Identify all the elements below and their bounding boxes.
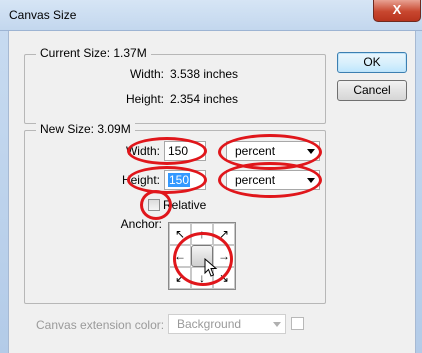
- window-title: Canvas Size: [9, 8, 77, 22]
- cancel-button[interactable]: Cancel: [337, 80, 407, 101]
- new-size-legend: New Size: 3.09M: [36, 122, 135, 136]
- chevron-down-icon: [273, 322, 281, 327]
- width-unit-value: percent: [235, 144, 276, 158]
- relative-checkbox[interactable]: [148, 199, 160, 211]
- width-unit-select[interactable]: percent: [226, 141, 320, 161]
- arrow-down-left-icon: ↙: [174, 271, 186, 285]
- anchor-top-right[interactable]: ↗: [213, 223, 235, 245]
- close-icon: X: [392, 2, 402, 17]
- anchor-bottom-left[interactable]: ↙: [169, 267, 191, 289]
- arrow-down-right-icon: ↘: [218, 271, 230, 285]
- height-input[interactable]: 150: [164, 170, 206, 190]
- new-height-label: Height:: [121, 173, 160, 187]
- arrow-right-icon: →: [218, 249, 230, 263]
- extension-color-label: Canvas extension color:: [36, 318, 165, 332]
- height-unit-value: percent: [235, 173, 276, 187]
- relative-label: Relative: [163, 198, 207, 212]
- width-input[interactable]: 150: [164, 141, 206, 161]
- anchor-grid: ↖ ↑ ↗ ← → ↙ ↓ ↘: [168, 222, 236, 290]
- width-input-value: 150: [168, 144, 189, 158]
- extension-color-swatch[interactable]: [291, 317, 304, 330]
- new-width-label: Width:: [125, 144, 160, 158]
- anchor-top[interactable]: ↑: [191, 223, 213, 245]
- current-height-label: Height:: [125, 92, 164, 106]
- ok-button[interactable]: OK: [337, 52, 407, 73]
- arrow-up-icon: ↑: [199, 227, 205, 241]
- height-input-value: 150: [168, 173, 191, 187]
- mouse-cursor-icon: [204, 258, 218, 277]
- current-width-value: 3.538 inches: [170, 67, 239, 81]
- anchor-top-left[interactable]: ↖: [169, 223, 191, 245]
- arrow-up-right-icon: ↗: [218, 227, 230, 241]
- chevron-down-icon: [307, 178, 315, 183]
- current-size-group: [24, 54, 326, 124]
- chevron-down-icon: [307, 149, 315, 154]
- anchor-label: Anchor:: [120, 217, 162, 231]
- current-size-legend: Current Size: 1.37M: [36, 46, 151, 60]
- height-unit-select[interactable]: percent: [226, 170, 320, 190]
- title-bar: Canvas Size X: [0, 0, 422, 31]
- close-button[interactable]: X: [373, 0, 421, 22]
- current-height-value: 2.354 inches: [170, 92, 239, 106]
- current-width-label: Width:: [129, 67, 164, 81]
- arrow-up-left-icon: ↖: [174, 227, 186, 241]
- extension-color-select[interactable]: Background: [168, 314, 286, 334]
- anchor-left[interactable]: ←: [169, 245, 191, 267]
- arrow-left-icon: ←: [174, 249, 186, 263]
- extension-color-value: Background: [177, 317, 242, 331]
